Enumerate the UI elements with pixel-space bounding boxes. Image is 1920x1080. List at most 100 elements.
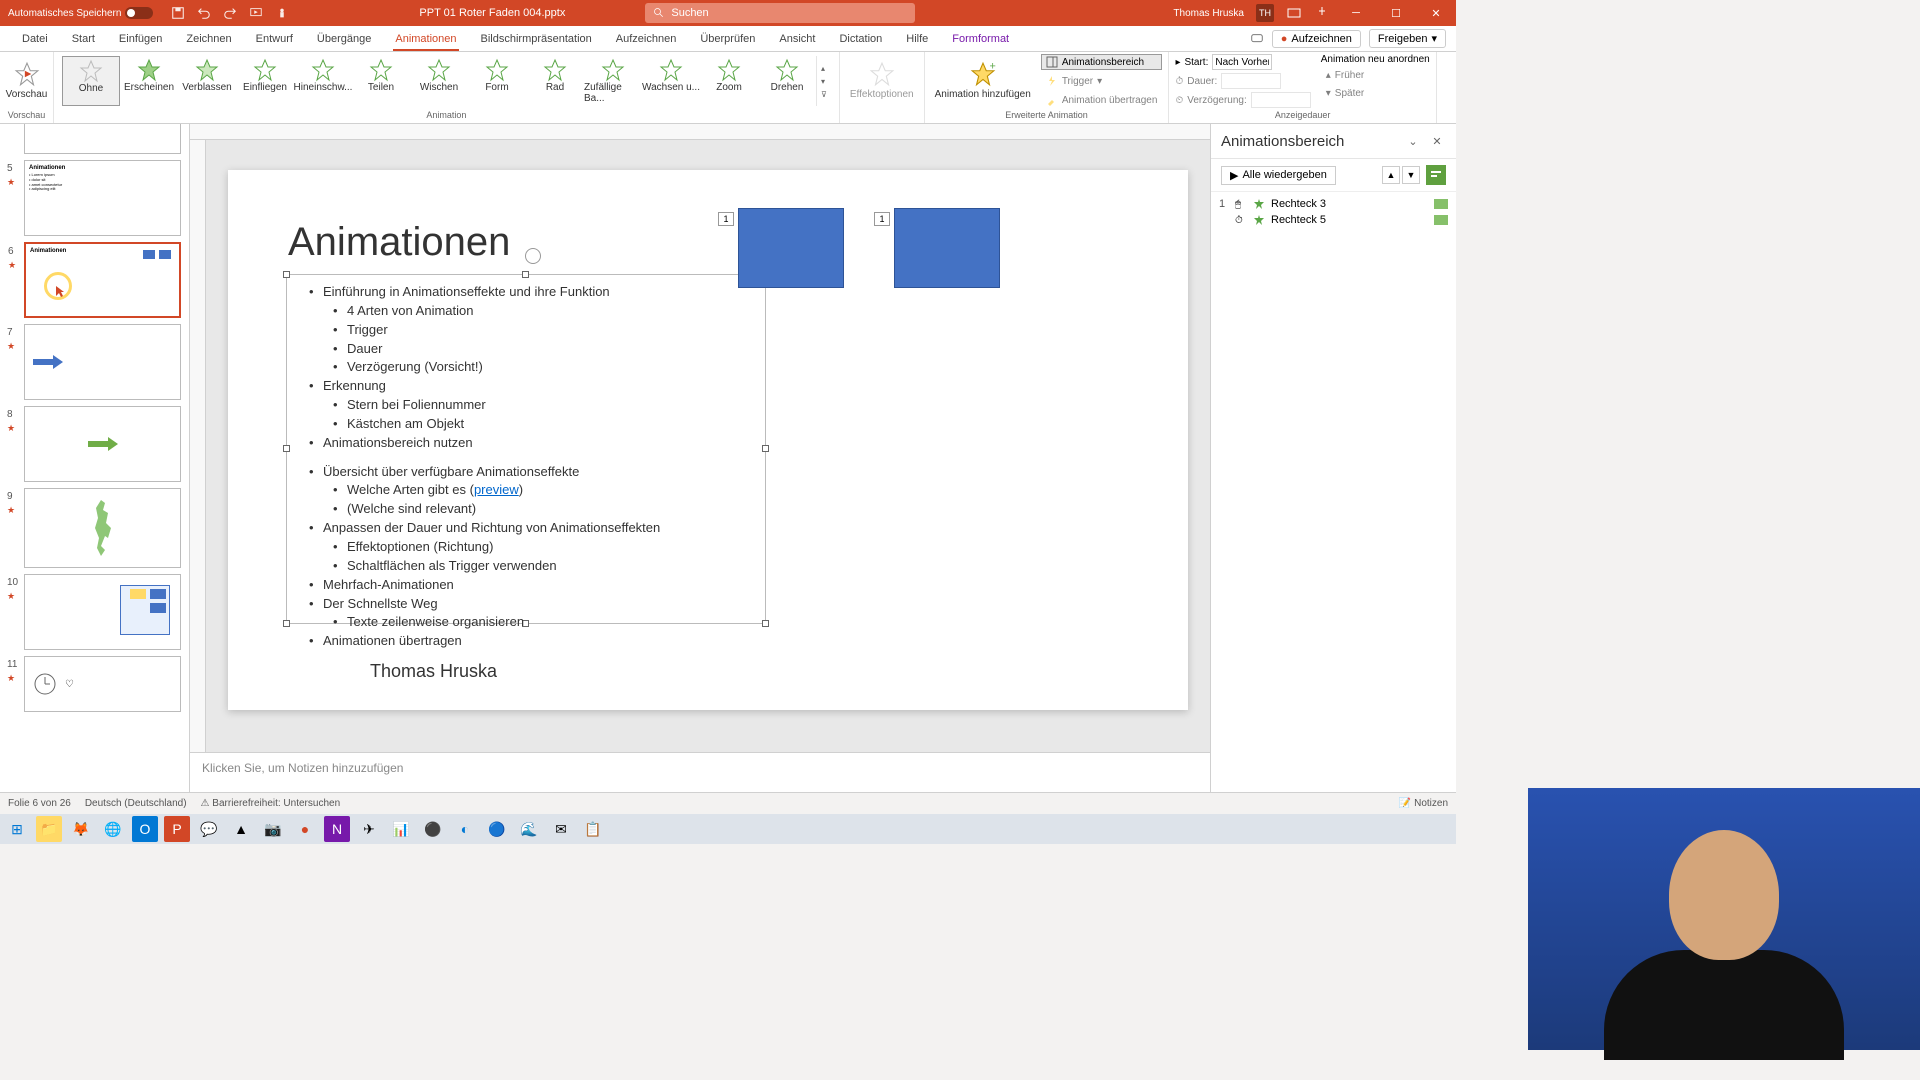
rotate-handle-icon[interactable] bbox=[525, 248, 541, 264]
move-up-button[interactable]: ▲ bbox=[1382, 166, 1400, 184]
horizontal-ruler[interactable] bbox=[190, 124, 1210, 140]
maximize-button[interactable]: ☐ bbox=[1382, 1, 1410, 25]
anim-hineinschweben[interactable]: Hineinschw... bbox=[294, 56, 352, 106]
slide-thumb-11[interactable]: 11 ★ ♡ bbox=[24, 656, 181, 712]
anim-ohne[interactable]: Ohne bbox=[62, 56, 120, 106]
vorschau-button[interactable]: Vorschau bbox=[2, 54, 52, 106]
notes-area[interactable]: Klicken Sie, um Notizen hinzuzufügen bbox=[190, 752, 1210, 792]
close-icon[interactable]: ✕ bbox=[1428, 132, 1446, 150]
app-icon[interactable]: 📷 bbox=[260, 816, 286, 842]
comments-icon[interactable] bbox=[1250, 32, 1264, 46]
slide-panel[interactable]: 5 ★ Animationen• Lorem ipsum• dolor sit•… bbox=[0, 124, 190, 792]
redo-icon[interactable] bbox=[223, 6, 237, 20]
anim-form[interactable]: Form bbox=[468, 56, 526, 106]
user-avatar[interactable]: TH bbox=[1256, 4, 1274, 22]
move-down-button[interactable]: ▼ bbox=[1402, 166, 1420, 184]
shape-rect-2[interactable] bbox=[894, 208, 1000, 288]
toggle-switch-icon[interactable] bbox=[125, 7, 153, 19]
resize-handle[interactable] bbox=[283, 620, 290, 627]
vertical-ruler[interactable] bbox=[190, 140, 206, 752]
present-icon[interactable] bbox=[249, 6, 263, 20]
gallery-expand[interactable]: ▴▾⊽ bbox=[816, 56, 831, 106]
animationsbereich-button[interactable]: Animationsbereich bbox=[1041, 54, 1163, 70]
record-button[interactable]: ●Aufzeichnen bbox=[1272, 30, 1361, 48]
start-button[interactable]: ⊞ bbox=[4, 816, 30, 842]
tab-hilfe[interactable]: Hilfe bbox=[894, 26, 940, 51]
content-text[interactable]: Einführung in Animationseffekte und ihre… bbox=[287, 275, 765, 659]
resize-handle[interactable] bbox=[283, 271, 290, 278]
slide-thumb-partial[interactable] bbox=[24, 124, 181, 154]
outlook-icon[interactable]: O bbox=[132, 816, 158, 842]
app-icon[interactable]: ◐ bbox=[452, 816, 478, 842]
close-button[interactable]: ✕ bbox=[1422, 1, 1450, 25]
animation-gallery[interactable]: Ohne Erscheinen Verblassen Einfliegen Hi… bbox=[60, 54, 833, 108]
animation-tag[interactable]: 1 bbox=[874, 212, 890, 226]
start-field[interactable]: ▸ Start: bbox=[1175, 54, 1310, 70]
anim-rad[interactable]: Rad bbox=[526, 56, 584, 106]
tab-ansicht[interactable]: Ansicht bbox=[767, 26, 827, 51]
slide-canvas[interactable]: Animationen Einführung in Animationseffe… bbox=[206, 140, 1210, 752]
mail-icon[interactable]: ✉ bbox=[548, 816, 574, 842]
anim-list-item[interactable]: ⏱Rechteck 5 bbox=[1219, 212, 1448, 228]
animation-tag[interactable]: 1 bbox=[718, 212, 734, 226]
slide-title[interactable]: Animationen bbox=[288, 220, 510, 265]
anim-list-item[interactable]: 1🖱Rechteck 3 bbox=[1219, 196, 1448, 212]
anim-teilen[interactable]: Teilen bbox=[352, 56, 410, 106]
resize-handle[interactable] bbox=[522, 271, 529, 278]
start-input[interactable] bbox=[1212, 54, 1272, 70]
onenote-icon[interactable]: N bbox=[324, 816, 350, 842]
tab-uebergaenge[interactable]: Übergänge bbox=[305, 26, 383, 51]
touch-icon[interactable] bbox=[275, 6, 289, 20]
slide-thumb-10[interactable]: 10 ★ bbox=[24, 574, 181, 650]
explorer-icon[interactable]: 📁 bbox=[36, 816, 62, 842]
tab-dictation[interactable]: Dictation bbox=[827, 26, 894, 51]
anim-verblassen[interactable]: Verblassen bbox=[178, 56, 236, 106]
slide-thumb-8[interactable]: 8 ★ bbox=[24, 406, 181, 482]
obs-icon[interactable]: ⚫ bbox=[420, 816, 446, 842]
slide-thumb-7[interactable]: 7 ★ bbox=[24, 324, 181, 400]
resize-handle[interactable] bbox=[283, 445, 290, 452]
search-input[interactable]: Suchen bbox=[645, 3, 915, 23]
tab-datei[interactable]: Datei bbox=[10, 26, 60, 51]
powerpoint-icon[interactable]: P bbox=[164, 816, 190, 842]
ribbon-mode-icon[interactable] bbox=[1286, 5, 1302, 21]
anim-drehen[interactable]: Drehen bbox=[758, 56, 816, 106]
slide-thumb-5[interactable]: 5 ★ Animationen• Lorem ipsum• dolor sit•… bbox=[24, 160, 181, 236]
chrome-icon[interactable]: 🌐 bbox=[100, 816, 126, 842]
firefox-icon[interactable]: 🦊 bbox=[68, 816, 94, 842]
slide-counter[interactable]: Folie 6 von 26 bbox=[8, 798, 71, 809]
content-textbox[interactable]: Einführung in Animationseffekte und ihre… bbox=[286, 274, 766, 624]
anim-wischen[interactable]: Wischen bbox=[410, 56, 468, 106]
app-icon[interactable]: 📋 bbox=[580, 816, 606, 842]
timeline-view-button[interactable] bbox=[1426, 165, 1446, 185]
shape-rect-1[interactable] bbox=[738, 208, 844, 288]
tab-zeichnen[interactable]: Zeichnen bbox=[174, 26, 243, 51]
animation-list[interactable]: 1🖱Rechteck 3⏱Rechteck 5 bbox=[1211, 192, 1456, 232]
tab-bildschirm[interactable]: Bildschirmpräsentation bbox=[469, 26, 604, 51]
tab-ueberpruefen[interactable]: Überprüfen bbox=[688, 26, 767, 51]
play-all-button[interactable]: ▶ Alle wiedergeben bbox=[1221, 166, 1336, 185]
anim-erscheinen[interactable]: Erscheinen bbox=[120, 56, 178, 106]
share-button[interactable]: Freigeben▾ bbox=[1369, 29, 1446, 48]
autosave-toggle[interactable]: Automatisches Speichern bbox=[0, 7, 161, 19]
tab-start[interactable]: Start bbox=[60, 26, 107, 51]
minimize-button[interactable]: ─ bbox=[1342, 1, 1370, 25]
anim-wachsen[interactable]: Wachsen u... bbox=[642, 56, 700, 106]
slide-thumb-9[interactable]: 9 ★ bbox=[24, 488, 181, 568]
resize-handle[interactable] bbox=[762, 620, 769, 627]
app-icon[interactable]: ● bbox=[292, 816, 318, 842]
slide-thumb-6[interactable]: 6 ★ Animationen bbox=[24, 242, 181, 318]
edge-icon[interactable]: 🌊 bbox=[516, 816, 542, 842]
tab-einfuegen[interactable]: Einfügen bbox=[107, 26, 174, 51]
chevron-down-icon[interactable]: ⌄ bbox=[1404, 132, 1422, 150]
tab-formformat[interactable]: Formformat bbox=[940, 26, 1021, 51]
save-icon[interactable] bbox=[171, 6, 185, 20]
language-status[interactable]: Deutsch (Deutschland) bbox=[85, 798, 187, 809]
tab-entwurf[interactable]: Entwurf bbox=[244, 26, 305, 51]
user-name[interactable]: Thomas Hruska bbox=[1173, 8, 1244, 19]
telegram-icon[interactable]: ✈ bbox=[356, 816, 382, 842]
anim-zufaellige[interactable]: Zufällige Ba... bbox=[584, 56, 642, 106]
app-icon[interactable]: 💬 bbox=[196, 816, 222, 842]
app-icon[interactable]: 📊 bbox=[388, 816, 414, 842]
notes-toggle[interactable]: 📝 Notizen bbox=[1399, 798, 1448, 809]
